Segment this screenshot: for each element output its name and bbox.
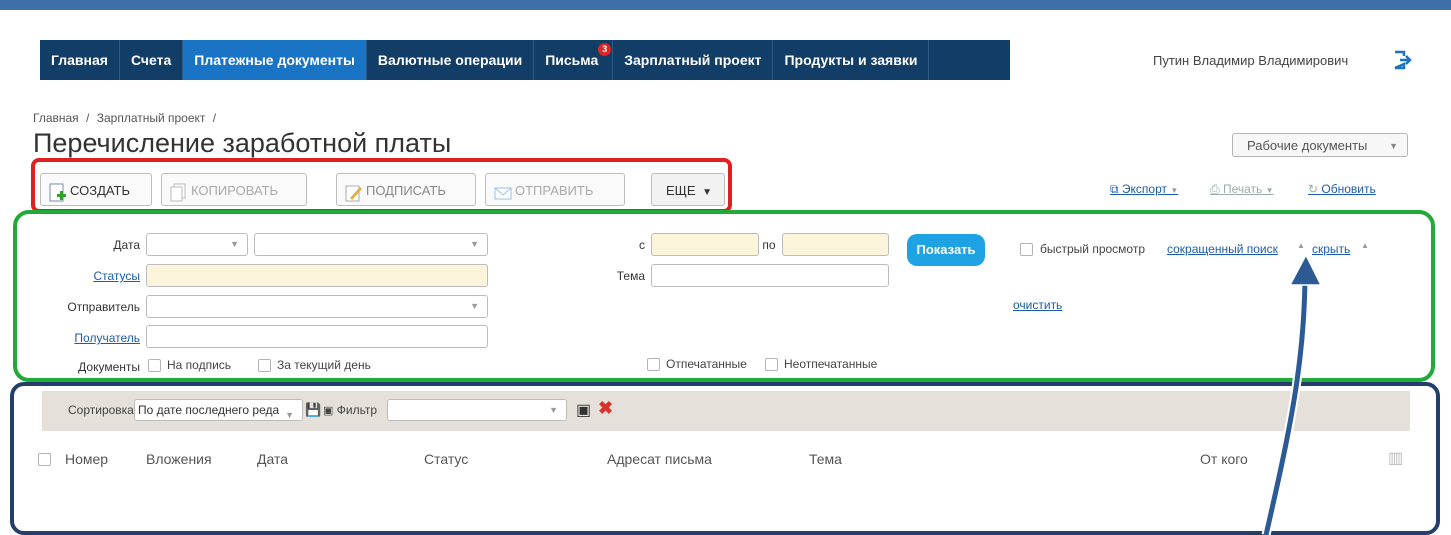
- nav-item-salary-project[interactable]: Зарплатный проект: [613, 40, 774, 80]
- page-title: Перечисление заработной платы: [33, 128, 452, 158]
- subject-label: Тема: [616, 269, 645, 283]
- column-addressee[interactable]: Адресат письма: [607, 451, 712, 467]
- export-link[interactable]: ⧉ Экспорт ▼: [1110, 182, 1178, 197]
- to-sign-checkbox[interactable]: [148, 359, 161, 372]
- export-icon: ⧉: [1110, 182, 1119, 196]
- column-status[interactable]: Статус: [424, 451, 468, 467]
- letters-count-badge: 3: [598, 43, 612, 56]
- column-settings-icon[interactable]: ▥: [1388, 448, 1403, 468]
- work-documents-select[interactable]: Рабочие документы ▼: [1232, 133, 1408, 157]
- not-printed-checkbox[interactable]: [765, 358, 778, 371]
- chevron-down-icon: ▼: [549, 405, 558, 415]
- hide-label: скрыть: [1312, 242, 1351, 256]
- refresh-icon: ↻: [1308, 182, 1319, 196]
- print-link[interactable]: ⎙ Печать ▼: [1210, 182, 1274, 197]
- today-label: За текущий день: [277, 358, 371, 372]
- to-label: по: [762, 238, 776, 252]
- from-label: с: [639, 238, 645, 252]
- column-from[interactable]: От кого: [1200, 451, 1248, 467]
- top-accent-bar: [0, 0, 1451, 10]
- chevron-down-icon: ▼: [230, 239, 239, 249]
- printed-checkbox[interactable]: [647, 358, 660, 371]
- breadcrumb-salary-project[interactable]: Зарплатный проект: [97, 111, 206, 125]
- nav-item-main[interactable]: Главная: [40, 40, 120, 80]
- refresh-link[interactable]: ↻ Обновить: [1308, 182, 1376, 196]
- date-label: Дата: [113, 238, 140, 252]
- refresh-label: Обновить: [1321, 182, 1376, 196]
- toolbar-highlight-frame: [31, 158, 732, 213]
- column-subject[interactable]: Тема: [809, 451, 842, 467]
- nav-item-payment-documents[interactable]: Платежные документы: [183, 40, 367, 80]
- breadcrumb-sep: /: [86, 111, 90, 125]
- select-all-checkbox[interactable]: [38, 453, 51, 466]
- recipient-link[interactable]: Получатель: [40, 331, 140, 345]
- sender-select[interactable]: ▼: [146, 295, 488, 318]
- breadcrumb-main[interactable]: Главная: [33, 111, 79, 125]
- chevron-down-icon: ▼: [470, 301, 479, 311]
- printer-icon: ⎙: [1210, 182, 1220, 196]
- date-period-select[interactable]: ▼: [254, 233, 488, 256]
- sort-value: По дате последнего реда: [138, 403, 280, 417]
- sort-select[interactable]: По дате последнего реда ▼: [134, 399, 303, 421]
- sender-label: Отправитель: [67, 300, 140, 314]
- caret-icon: ▼: [1265, 186, 1274, 195]
- filter-label-wrap: ▣ Фильтр: [323, 403, 377, 417]
- quick-view-label: быстрый просмотр: [1040, 242, 1146, 256]
- hide-link[interactable]: скрыть: [1312, 242, 1350, 256]
- quick-view-checkbox[interactable]: [1020, 243, 1033, 256]
- nav-item-letters[interactable]: Письма 3: [534, 40, 614, 80]
- floppy-icon: ▣: [323, 405, 334, 417]
- user-name[interactable]: Путин Владимир Владимирович: [1153, 53, 1348, 68]
- nav-item-products[interactable]: Продукты и заявки: [773, 40, 930, 80]
- save-filter-icon[interactable]: ▣: [576, 400, 591, 420]
- main-nav: Главная Счета Платежные документы Валютн…: [40, 40, 1010, 80]
- clear-link[interactable]: очистить: [1013, 298, 1062, 312]
- statuses-field[interactable]: [146, 264, 488, 287]
- chevron-down-icon: ▼: [283, 405, 294, 420]
- work-documents-label: Рабочие документы: [1247, 138, 1368, 153]
- short-search-label: сокращенный поиск: [1167, 242, 1278, 256]
- show-button[interactable]: Показать: [907, 234, 985, 266]
- date-from-field[interactable]: [651, 233, 759, 256]
- sort-bar: Сортировка По дате последнего реда ▼ 💾 ▣…: [42, 391, 1410, 431]
- date-type-select[interactable]: ▼: [146, 233, 248, 256]
- recipient-field[interactable]: [146, 325, 488, 348]
- nav-item-accounts[interactable]: Счета: [120, 40, 184, 80]
- sort-label: Сортировка: [68, 403, 134, 417]
- caret-icon: ▼: [1170, 186, 1179, 195]
- save-sort-icon[interactable]: 💾: [305, 402, 321, 418]
- caret-up-icon: ▲: [1361, 241, 1369, 250]
- printed-label: Отпечатанные: [666, 357, 747, 371]
- date-to-field[interactable]: [782, 233, 889, 256]
- chevron-down-icon: ▼: [470, 239, 479, 249]
- filter-select[interactable]: ▼: [387, 399, 567, 421]
- breadcrumb: Главная / Зарплатный проект /: [33, 111, 220, 125]
- documents-label: Документы: [78, 360, 140, 374]
- print-label: Печать: [1222, 182, 1263, 196]
- logout-icon[interactable]: [1392, 50, 1412, 70]
- clear-label: очистить: [1013, 298, 1063, 312]
- column-number[interactable]: Номер: [65, 451, 108, 467]
- breadcrumb-sep: /: [212, 111, 217, 125]
- short-search-link[interactable]: сокращенный поиск: [1167, 242, 1278, 256]
- chevron-down-icon: ▼: [1389, 141, 1398, 151]
- caret-up-icon: ▲: [1297, 241, 1305, 250]
- nav-item-letters-label: Письма: [545, 52, 599, 68]
- nav-item-currency-operations[interactable]: Валютные операции: [367, 40, 535, 80]
- column-date[interactable]: Дата: [257, 451, 288, 467]
- export-label: Экспорт: [1121, 182, 1168, 196]
- subject-field[interactable]: [651, 264, 889, 287]
- column-attachments[interactable]: Вложения: [146, 451, 212, 467]
- not-printed-label: Неотпечатанные: [784, 357, 878, 371]
- statuses-link[interactable]: Статусы: [40, 269, 140, 283]
- delete-filter-icon[interactable]: ✖: [598, 398, 613, 419]
- today-checkbox[interactable]: [258, 359, 271, 372]
- filter-label: Фильтр: [336, 403, 378, 417]
- to-sign-label: На подпись: [167, 358, 232, 372]
